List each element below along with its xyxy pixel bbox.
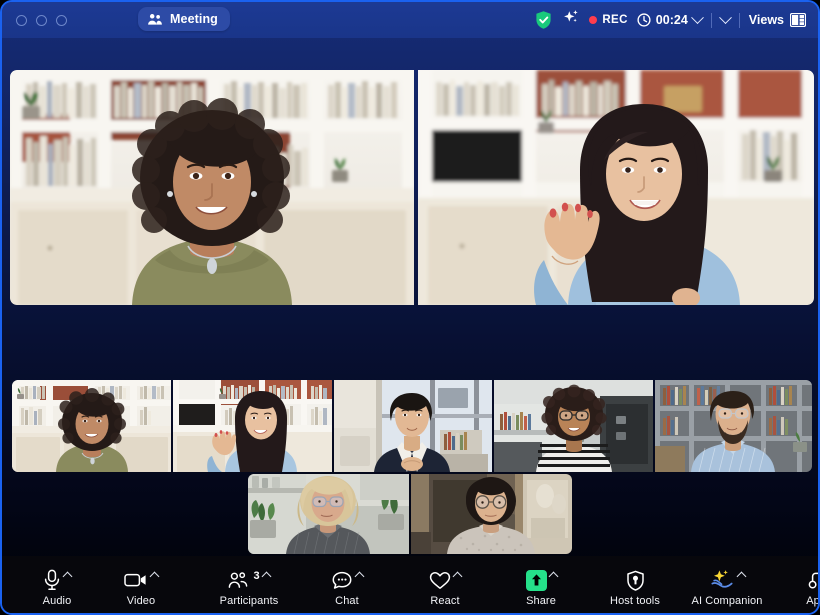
ai-sparkle-hand-icon bbox=[709, 569, 735, 591]
apps-icon bbox=[808, 570, 820, 590]
shield-check-icon[interactable] bbox=[534, 10, 553, 30]
toolbar-button-chat[interactable]: Chat bbox=[320, 562, 374, 607]
thumb-3-video bbox=[334, 380, 491, 472]
toolbar-label-chat: Chat bbox=[335, 595, 359, 607]
filmstrip-row-1 bbox=[12, 380, 812, 472]
audio-icon-row bbox=[43, 568, 71, 592]
thumb-6-video bbox=[248, 474, 409, 554]
recording-label: REC bbox=[602, 14, 627, 26]
participants-count-badge: 3 bbox=[253, 570, 259, 582]
minimize-window-button[interactable] bbox=[36, 15, 47, 26]
meeting-pill-label: Meeting bbox=[170, 12, 218, 26]
meeting-timer-value: 00:24 bbox=[656, 13, 688, 27]
chat-bubble-icon bbox=[332, 571, 353, 590]
video-tile-thumb-4[interactable] bbox=[494, 380, 653, 472]
share-arrow-icon bbox=[526, 570, 547, 591]
thumb-4-video bbox=[494, 380, 653, 472]
titlebar-divider-2 bbox=[739, 13, 740, 28]
host-tools-icon-row bbox=[626, 568, 645, 592]
titlebar-divider-1 bbox=[711, 13, 712, 28]
views-button[interactable]: Views bbox=[749, 13, 806, 27]
ai-companion-icon-row bbox=[709, 568, 745, 592]
toolbar-button-react[interactable]: React bbox=[418, 562, 472, 607]
video-tile-thumb-3[interactable] bbox=[334, 380, 491, 472]
apps-icon-row bbox=[808, 568, 820, 592]
video-tile-thumb-7[interactable] bbox=[411, 474, 572, 554]
layout-grid-icon bbox=[790, 13, 806, 27]
titlebar-right-controls: REC 00:24 Views bbox=[534, 2, 806, 38]
microphone-icon bbox=[43, 569, 61, 591]
thumb-7-video bbox=[411, 474, 572, 554]
toolbar-label-audio: Audio bbox=[43, 595, 72, 607]
video-icon-row bbox=[124, 568, 158, 592]
toolbar-button-host-tools[interactable]: Host tools bbox=[608, 562, 662, 607]
clock-icon bbox=[637, 13, 651, 27]
chat-chevron-up-icon[interactable] bbox=[354, 571, 364, 581]
speaker-2-video bbox=[418, 70, 814, 305]
toolbar-button-ai-companion[interactable]: AI Companion bbox=[700, 562, 754, 607]
sparkle-icon[interactable] bbox=[562, 9, 580, 32]
participants-chevron-up-icon[interactable] bbox=[261, 571, 271, 581]
ai-companion-chevron-up-icon[interactable] bbox=[737, 571, 747, 581]
react-chevron-up-icon[interactable] bbox=[453, 571, 463, 581]
thumb-2-video bbox=[173, 380, 332, 472]
toolbar-button-apps[interactable]: Apps bbox=[792, 562, 820, 607]
speaker-1-video bbox=[10, 70, 414, 305]
video-tile-speaker-1[interactable] bbox=[10, 70, 414, 305]
people-group-icon bbox=[147, 13, 163, 26]
toolbar-items: Audio Video bbox=[2, 562, 818, 607]
toolbar-label-share: Share bbox=[526, 595, 556, 607]
video-tile-speaker-2[interactable] bbox=[418, 70, 814, 305]
titlebar-chevron-down-icon[interactable] bbox=[719, 11, 732, 24]
toolbar-button-audio[interactable]: Audio bbox=[30, 562, 84, 607]
thumb-5-video bbox=[655, 380, 812, 472]
toolbar-label-react: React bbox=[430, 595, 459, 607]
share-chevron-up-icon[interactable] bbox=[548, 571, 558, 581]
toolbar-label-participants: Participants bbox=[220, 595, 279, 607]
shield-icon bbox=[626, 570, 645, 591]
title-bar: Meeting REC bbox=[2, 2, 818, 38]
record-dot-icon bbox=[589, 16, 597, 24]
active-speaker-row bbox=[10, 70, 814, 305]
chevron-down-icon[interactable] bbox=[691, 11, 704, 24]
toolbar-label-video: Video bbox=[127, 595, 155, 607]
heart-icon bbox=[429, 571, 451, 590]
toolbar-label-apps: Apps bbox=[806, 595, 820, 607]
people-icon bbox=[228, 572, 250, 589]
video-tile-thumb-1[interactable] bbox=[12, 380, 171, 472]
audio-chevron-up-icon[interactable] bbox=[63, 571, 73, 581]
toolbar-label-host-tools: Host tools bbox=[610, 595, 660, 607]
video-chevron-up-icon[interactable] bbox=[150, 571, 160, 581]
video-tile-thumb-5[interactable] bbox=[655, 380, 812, 472]
toolbar-button-share[interactable]: Share bbox=[514, 562, 568, 607]
toolbar-label-ai-companion: AI Companion bbox=[692, 595, 763, 607]
react-icon-row bbox=[429, 568, 461, 592]
maximize-window-button[interactable] bbox=[56, 15, 67, 26]
video-tile-thumb-6[interactable] bbox=[248, 474, 409, 554]
meeting-pill-button[interactable]: Meeting bbox=[138, 7, 230, 31]
thumb-1-video bbox=[12, 380, 171, 472]
meeting-window: Meeting REC bbox=[0, 0, 820, 615]
video-tile-thumb-2[interactable] bbox=[173, 380, 332, 472]
views-label: Views bbox=[749, 13, 784, 27]
meeting-toolbar: Audio Video bbox=[2, 556, 818, 613]
traffic-light-buttons[interactable] bbox=[16, 15, 67, 26]
filmstrip-row-2 bbox=[248, 474, 572, 554]
participants-icon-row: 3 bbox=[228, 568, 269, 592]
video-camera-icon bbox=[124, 572, 148, 588]
share-icon-row bbox=[526, 568, 557, 592]
chat-icon-row bbox=[332, 568, 363, 592]
meeting-timer[interactable]: 00:24 bbox=[637, 13, 702, 27]
close-window-button[interactable] bbox=[16, 15, 27, 26]
recording-indicator[interactable]: REC bbox=[589, 14, 627, 26]
toolbar-button-video[interactable]: Video bbox=[114, 562, 168, 607]
toolbar-button-participants[interactable]: 3 Participants bbox=[222, 562, 276, 607]
